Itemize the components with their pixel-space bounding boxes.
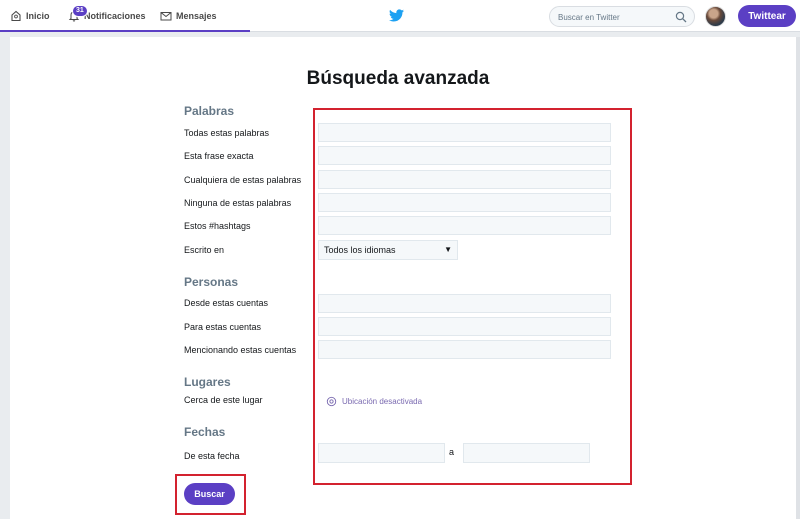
nav-home[interactable]: Inicio <box>10 0 50 32</box>
label-exact-phrase: Esta frase exacta <box>184 151 254 161</box>
nav-messages-label: Mensajes <box>176 11 217 21</box>
label-none-words: Ninguna de estas palabras <box>184 198 292 208</box>
highlight-fields-box <box>313 108 632 485</box>
highlight-button-box <box>175 474 246 515</box>
search-input[interactable] <box>558 11 668 23</box>
label-to-accounts: Para estas cuentas <box>184 322 262 332</box>
label-mentioning: Mencionando estas cuentas <box>184 345 297 355</box>
label-any-words: Cualquiera de estas palabras <box>184 175 302 185</box>
page-title: Búsqueda avanzada <box>306 68 490 89</box>
scrollbar-track[interactable] <box>796 37 800 519</box>
label-written-in: Escrito en <box>184 245 225 255</box>
label-near-place: Cerca de este lugar <box>184 395 263 405</box>
magnifier-icon[interactable] <box>675 11 687 23</box>
label-all-words: Todas estas palabras <box>184 128 270 138</box>
section-heading-dates: Fechas <box>184 425 226 439</box>
nav-messages[interactable]: Mensajes <box>160 0 217 32</box>
home-icon <box>11 10 21 22</box>
nav-home-label: Inicio <box>26 11 50 21</box>
section-heading-people: Personas <box>184 275 239 289</box>
label-from-date: De esta fecha <box>184 451 240 461</box>
section-heading-words: Palabras <box>184 104 235 118</box>
nav-notifications-label: Notificaciones <box>84 11 146 21</box>
notification-count-badge: 31 <box>72 5 88 17</box>
label-hashtags: Estos #hashtags <box>184 221 251 231</box>
section-heading-places: Lugares <box>184 375 231 389</box>
avatar[interactable] <box>705 6 726 27</box>
label-from-accounts: Desde estas cuentas <box>184 298 269 308</box>
twitter-bird-icon[interactable] <box>389 9 404 22</box>
tweet-button[interactable]: Twittear <box>738 5 796 27</box>
search-box[interactable] <box>549 6 695 27</box>
envelope-icon <box>160 12 172 21</box>
top-nav: Inicio Notificaciones 31 Mensajes Twitte… <box>0 0 800 32</box>
